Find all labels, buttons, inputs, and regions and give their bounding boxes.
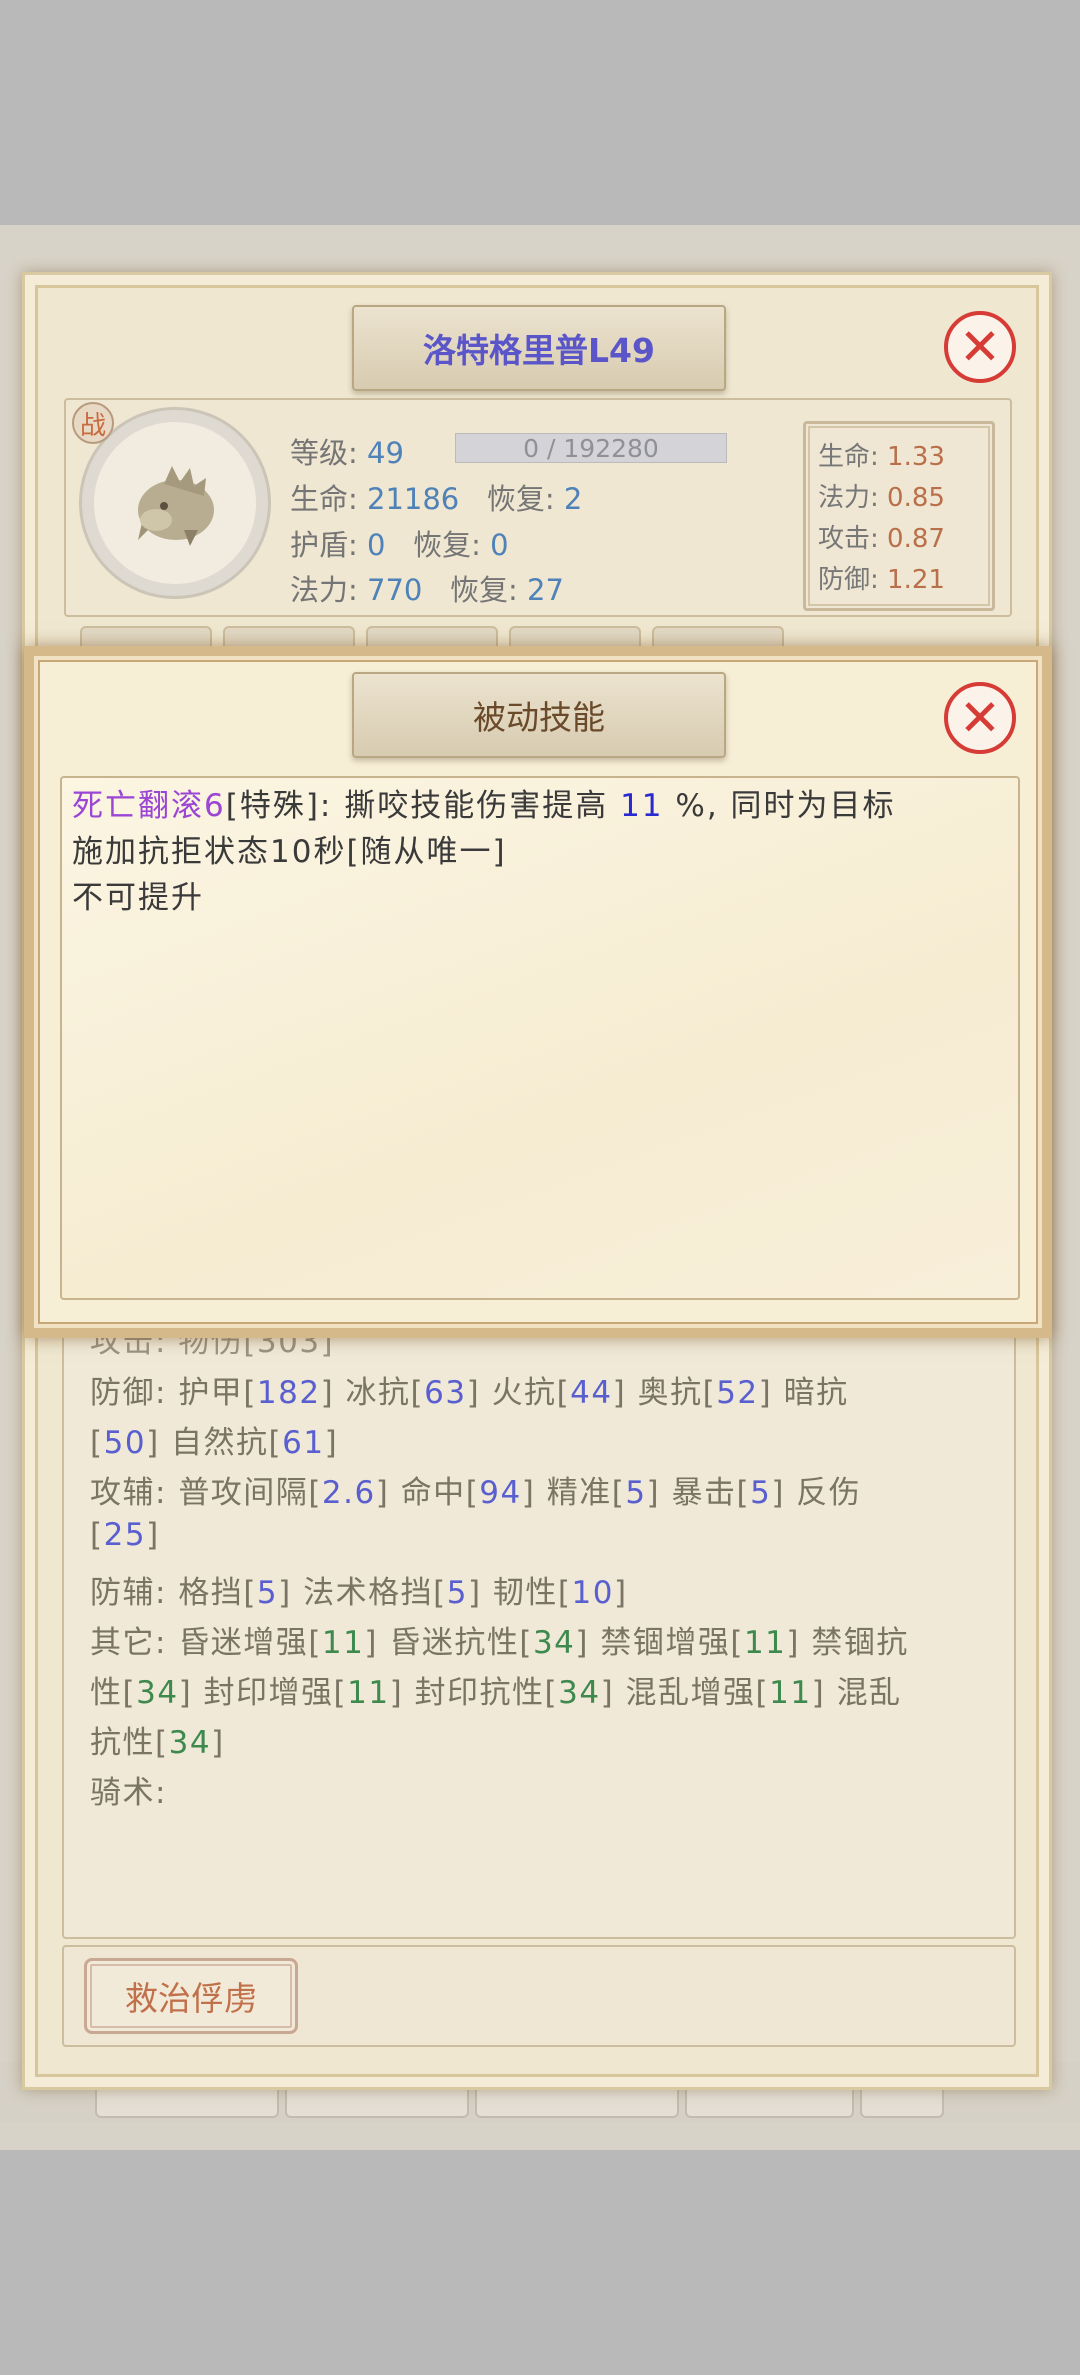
growth-defense: 防御: 1.21	[818, 565, 945, 595]
growth-attack: 攻击: 0.87	[818, 524, 945, 554]
exp-progress-bar: 0 / 192280	[455, 433, 727, 463]
skill-upgrade-note: 不可提升	[72, 880, 204, 916]
skill-popup-title-plaque: 被动技能	[352, 672, 726, 758]
shield-row: 护盾: 0 恢复: 0	[290, 528, 509, 562]
pet-title-plaque: 洛特格里普L49	[352, 305, 726, 391]
riding-row: 骑术:	[90, 1775, 167, 1811]
other-row-cont-2: 抗性[34]	[90, 1725, 225, 1761]
mana-row: 法力: 770 恢复: 27	[290, 573, 564, 607]
skill-popup-title: 被动技能	[473, 698, 605, 737]
hp-value: 21186	[367, 482, 460, 516]
skill-popup-close-button[interactable]: ✕	[944, 682, 1016, 754]
growth-mana: 法力: 0.85	[818, 483, 945, 513]
top-letterbox	[0, 0, 1080, 225]
attack-aux-row: 攻辅: 普攻间隔[2.6] 命中[94] 精准[5] 暴击[5] 反伤	[90, 1475, 862, 1511]
pet-avatar[interactable]	[82, 410, 268, 596]
defense-row-cont: [50] 自然抗[61]	[90, 1425, 339, 1461]
battle-status-badge: 战	[72, 402, 114, 444]
close-icon: ✕	[959, 689, 1001, 747]
defense-row: 防御: 护甲[182] 冰抗[63] 火抗[44] 奥抗[52] 暗抗	[90, 1375, 849, 1411]
shield-regen-value: 0	[490, 528, 509, 562]
rescue-captive-button[interactable]: 救治俘虏	[84, 1958, 298, 2034]
other-row-cont: 性[34] 封印增强[11] 封印抗性[34] 混乱增强[11] 混乱	[90, 1675, 902, 1711]
shield-value: 0	[367, 528, 386, 562]
hp-row: 生命: 21186 恢复: 2	[290, 482, 583, 516]
mana-value: 770	[367, 573, 423, 607]
skill-value: 11	[620, 788, 664, 824]
growth-hp: 生命: 1.33	[818, 442, 945, 472]
mana-regen-value: 27	[527, 573, 564, 607]
level-value: 49	[367, 436, 404, 470]
close-icon: ✕	[959, 318, 1001, 376]
defense-aux-row: 防辅: 格挡[5] 法术格挡[5] 韧性[10]	[90, 1575, 628, 1611]
attack-aux-row-cont: [25]	[90, 1517, 160, 1553]
other-row: 其它: 昏迷增强[11] 昏迷抗性[34] 禁锢增强[11] 禁锢抗	[90, 1625, 909, 1661]
hp-regen-value: 2	[563, 482, 583, 516]
level-row: 等级: 49	[290, 436, 404, 470]
pet-name-title: 洛特格里普L49	[423, 331, 655, 370]
skill-description: 死亡翻滚6[特殊]: 撕咬技能伤害提高 11 %, 同时为目标 施加抗拒状态10…	[72, 783, 992, 921]
pet-dragon-icon	[138, 466, 214, 546]
skill-name: 死亡翻滚6	[72, 788, 226, 824]
pet-window-close-button[interactable]: ✕	[944, 311, 1016, 383]
